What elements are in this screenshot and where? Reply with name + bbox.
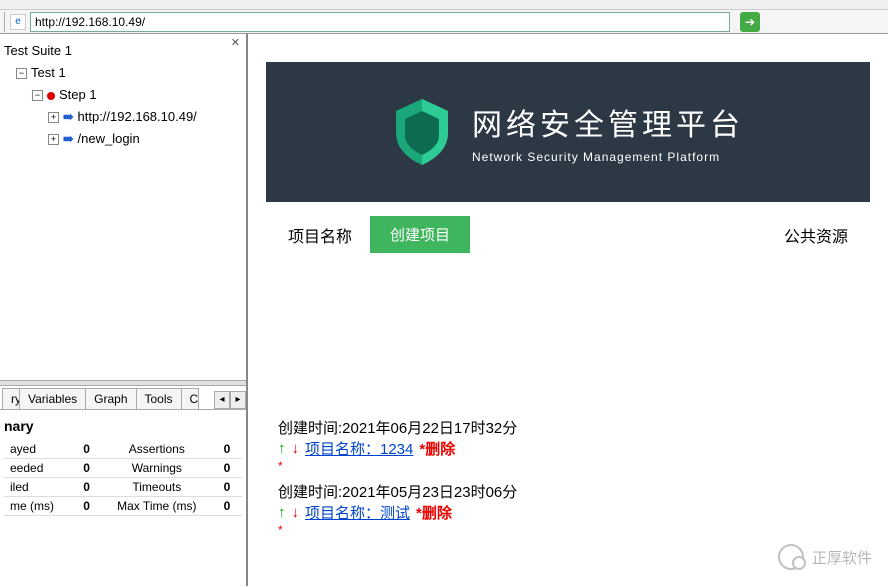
site-nav: 项目名称 创建项目 公共资源 bbox=[248, 202, 888, 267]
nav-projects[interactable]: 项目名称 bbox=[288, 223, 352, 247]
go-button[interactable]: ➔ bbox=[740, 12, 760, 32]
results-tabs: ry Variables Graph Tools C ◂ ▸ bbox=[0, 386, 246, 410]
summary-heading: nary bbox=[0, 410, 246, 440]
tab-variables[interactable]: Variables bbox=[19, 388, 86, 409]
tree-suite[interactable]: Test Suite 1 bbox=[4, 40, 242, 62]
move-down-icon[interactable]: ↓ bbox=[292, 504, 300, 521]
tree-request[interactable]: +➠ /new_login bbox=[4, 128, 242, 150]
move-down-icon[interactable]: ↓ bbox=[292, 440, 300, 457]
browser-content: 网络安全管理平台 Network Security Management Pla… bbox=[248, 34, 888, 586]
project-name-link[interactable]: 项目名称：1234 bbox=[305, 438, 413, 459]
expand-icon[interactable]: + bbox=[48, 112, 59, 123]
shield-logo-icon bbox=[392, 97, 452, 167]
tree-test[interactable]: −Test 1 bbox=[4, 62, 242, 84]
wechat-icon bbox=[778, 544, 804, 570]
project-name-link[interactable]: 项目名称：测试 bbox=[305, 502, 410, 523]
tree-step[interactable]: −Step 1 bbox=[4, 84, 242, 106]
project-item: 创建时间:2021年05月23日23时06分 ↑ ↓ 项目名称：测试 *删除 * bbox=[278, 481, 858, 537]
project-created: 创建时间:2021年06月22日17时32分 bbox=[278, 417, 858, 438]
status-dot-icon bbox=[47, 92, 55, 100]
watermark: 正厚软件 bbox=[778, 544, 872, 570]
collapse-icon[interactable]: − bbox=[16, 68, 27, 79]
delete-link[interactable]: *删除 bbox=[416, 502, 452, 523]
collapse-icon[interactable]: − bbox=[32, 90, 43, 101]
results-panel: ry Variables Graph Tools C ◂ ▸ nary ayed… bbox=[0, 386, 246, 586]
url-input[interactable] bbox=[30, 12, 730, 32]
tab-tools[interactable]: Tools bbox=[136, 388, 182, 409]
tree-request[interactable]: +➠ http://192.168.10.49/ bbox=[4, 106, 242, 128]
required-marker: * bbox=[278, 459, 858, 473]
page-favicon: e bbox=[10, 14, 26, 30]
tab-scroll-right[interactable]: ▸ bbox=[230, 391, 246, 409]
address-bar: e ➔ bbox=[0, 10, 888, 34]
site-banner: 网络安全管理平台 Network Security Management Pla… bbox=[266, 62, 870, 202]
delete-link[interactable]: *删除 bbox=[419, 438, 455, 459]
separator bbox=[4, 12, 6, 32]
tab-graph[interactable]: Graph bbox=[85, 388, 136, 409]
test-tree-panel: ✕ Test Suite 1 −Test 1 −Step 1 +➠ http:/… bbox=[0, 34, 246, 380]
project-created: 创建时间:2021年05月23日23时06分 bbox=[278, 481, 858, 502]
nav-public-resources[interactable]: 公共资源 bbox=[784, 223, 848, 247]
move-up-icon[interactable]: ↑ bbox=[278, 504, 286, 521]
project-list: 创建时间:2021年06月22日17时32分 ↑↓ 项目名称：1234 *删除 … bbox=[248, 267, 888, 537]
create-project-button[interactable]: 创建项目 bbox=[370, 216, 470, 253]
tab-scroll-left[interactable]: ◂ bbox=[214, 391, 230, 409]
top-toolbar bbox=[0, 0, 888, 10]
tab-more[interactable]: C bbox=[181, 388, 199, 409]
close-icon[interactable]: ✕ bbox=[231, 36, 240, 49]
arrow-icon: ➠ bbox=[63, 131, 78, 146]
watermark-text: 正厚软件 bbox=[812, 547, 872, 568]
banner-title-cn: 网络安全管理平台 bbox=[472, 100, 744, 144]
move-up-icon[interactable]: ↑ bbox=[278, 440, 286, 457]
arrow-icon: ➠ bbox=[63, 109, 78, 124]
stats-table: ayed0Assertions0 eeded0Warnings0 iled0Ti… bbox=[4, 440, 242, 516]
project-item: 创建时间:2021年06月22日17时32分 ↑↓ 项目名称：1234 *删除 … bbox=[278, 417, 858, 473]
expand-icon[interactable]: + bbox=[48, 134, 59, 145]
banner-title-en: Network Security Management Platform bbox=[472, 150, 744, 164]
required-marker: * bbox=[278, 523, 858, 537]
tab-summary[interactable]: ry bbox=[2, 388, 20, 409]
